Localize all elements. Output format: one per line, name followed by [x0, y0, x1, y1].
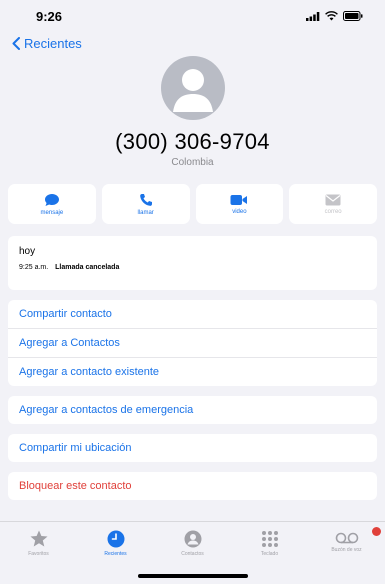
- block-contact-option[interactable]: Bloquear este contacto: [8, 472, 377, 500]
- add-to-contacts-option[interactable]: Agregar a Contactos: [8, 329, 377, 358]
- video-button[interactable]: video: [195, 184, 284, 224]
- message-icon: [44, 193, 59, 206]
- battery-icon: [343, 11, 363, 21]
- call-label: llamar: [137, 209, 154, 216]
- clock-icon: [107, 530, 124, 548]
- voicemail-badge: [371, 527, 381, 536]
- tab-favorites-label: Favoritos: [28, 551, 49, 557]
- emergency-card: Agregar a contactos de emergencia: [8, 396, 377, 424]
- recent-call-entry: 9:25 a.m. Llamada cancelada: [19, 264, 366, 271]
- contact-header: (300) 306-9704 Colombia: [0, 54, 385, 168]
- tab-recents[interactable]: Recientes: [86, 530, 146, 557]
- signal-icon: [306, 11, 320, 21]
- phone-icon: [139, 193, 152, 206]
- wifi-icon: [325, 11, 338, 21]
- tab-voicemail-label: Buzón de voz: [331, 547, 362, 553]
- person-circle-icon: [184, 530, 201, 548]
- contact-options-card: Compartir contacto Agregar a Contactos A…: [8, 300, 377, 386]
- message-label: mensaje: [40, 209, 64, 216]
- add-emergency-option[interactable]: Agregar a contactos de emergencia: [8, 396, 377, 424]
- mail-label: correo: [324, 208, 342, 215]
- person-icon: [172, 69, 213, 112]
- keypad-icon: [261, 531, 278, 547]
- message-button[interactable]: mensaje: [8, 184, 96, 224]
- tab-bar: Favoritos Recientes Contactos Teclado Bu…: [0, 521, 385, 584]
- tab-recents-label: Recientes: [104, 551, 127, 557]
- share-location-card: Compartir mi ubicación: [8, 434, 377, 462]
- tab-contacts[interactable]: Contactos: [163, 530, 223, 557]
- voicemail-icon: [335, 532, 358, 544]
- status-time: 9:26: [36, 8, 63, 24]
- contact-country: Colombia: [171, 157, 214, 168]
- quick-actions: mensaje llamar video correo: [0, 184, 385, 224]
- home-indicator: [137, 574, 248, 578]
- star-icon: [30, 530, 47, 547]
- block-card: Bloquear este contacto: [8, 472, 377, 500]
- tab-contacts-label: Contactos: [181, 551, 204, 557]
- add-to-existing-option[interactable]: Agregar a contacto existente: [8, 358, 377, 386]
- mail-button[interactable]: correo: [289, 184, 377, 224]
- tab-keypad-label: Teclado: [260, 551, 279, 557]
- status-icons: [306, 11, 363, 21]
- mail-icon: [325, 194, 341, 205]
- recent-time: 9:25 a.m.: [19, 264, 49, 271]
- video-icon: [230, 194, 248, 205]
- status-bar: 9:26: [0, 0, 385, 32]
- video-label: video: [232, 208, 247, 215]
- avatar: [160, 56, 225, 120]
- recent-call-card: hoy 9:25 a.m. Llamada cancelada: [8, 236, 377, 290]
- contact-number: (300) 306-9704: [115, 129, 270, 154]
- tab-keypad[interactable]: Teclado: [240, 530, 300, 557]
- share-location-option[interactable]: Compartir mi ubicación: [8, 434, 377, 462]
- tab-favorites[interactable]: Favoritos: [9, 530, 69, 557]
- chevron-left-icon: [12, 36, 20, 50]
- back-label: Recientes: [24, 35, 82, 51]
- back-button[interactable]: Recientes: [12, 36, 82, 51]
- recent-event: Llamada cancelada: [55, 264, 120, 271]
- nav-bar: Recientes: [0, 32, 385, 54]
- call-button[interactable]: llamar: [101, 184, 190, 224]
- recent-day: hoy: [19, 246, 36, 257]
- tab-voicemail[interactable]: Buzón de voz: [317, 527, 381, 557]
- share-contact-option[interactable]: Compartir contacto: [8, 300, 377, 329]
